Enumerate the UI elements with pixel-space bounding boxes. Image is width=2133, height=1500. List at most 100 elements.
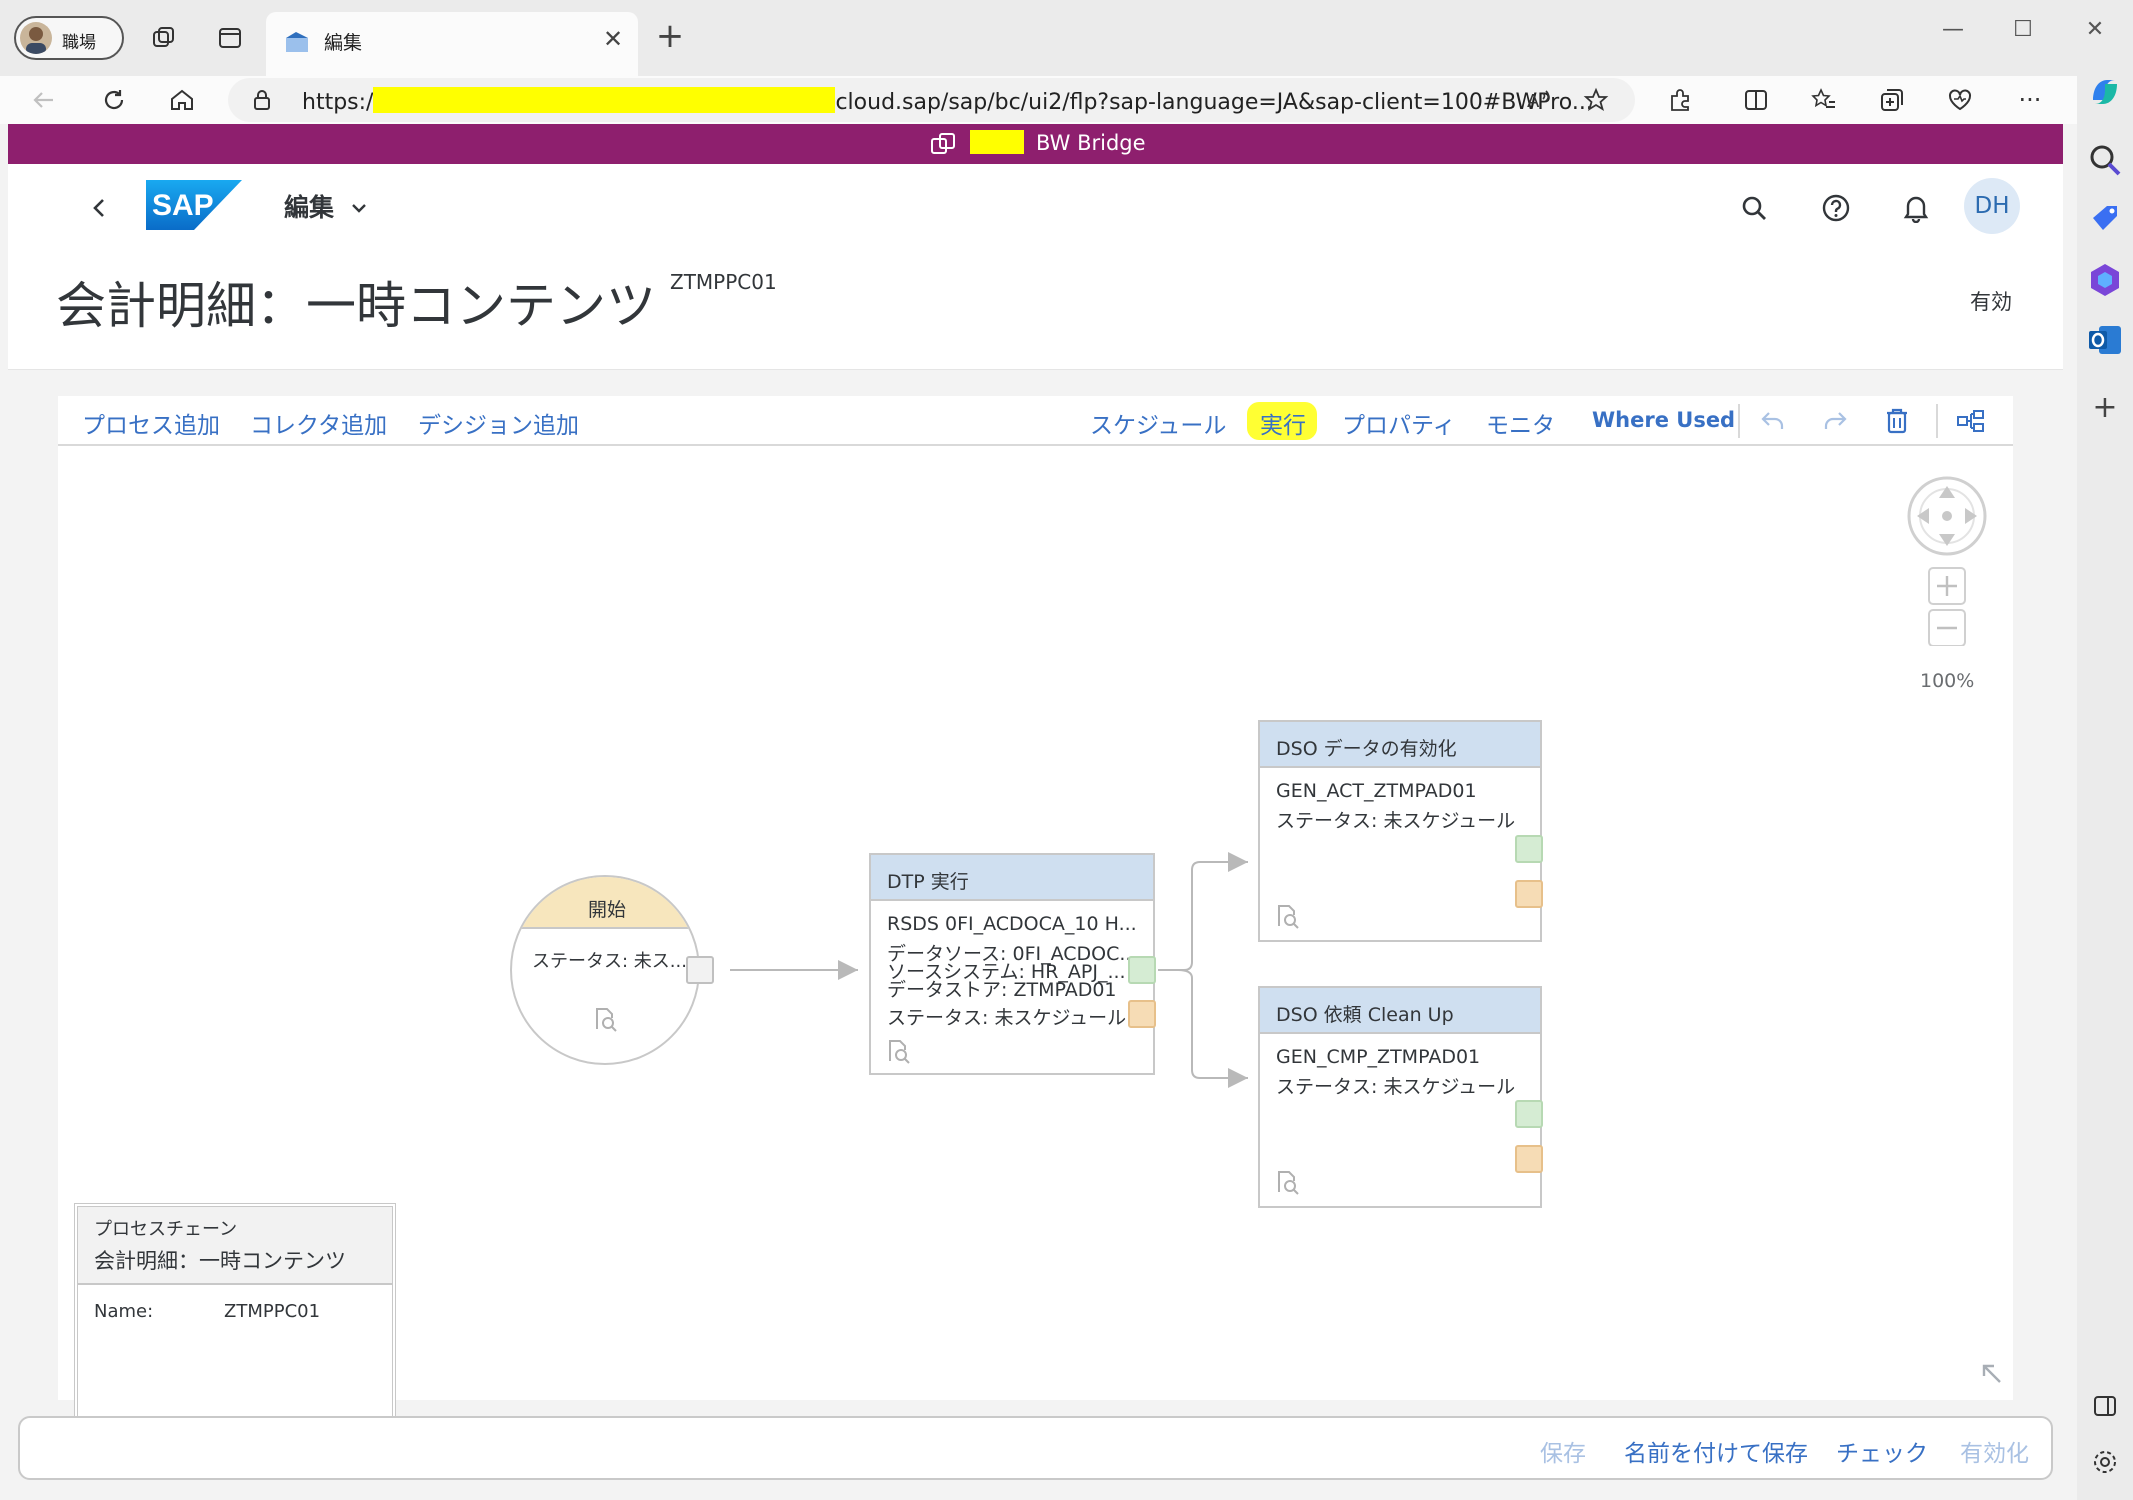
copilot-icon[interactable] [2085, 72, 2125, 112]
lock-icon[interactable] [252, 89, 272, 111]
activate-button[interactable]: 有効化 [1960, 1434, 2029, 1468]
add-process-button[interactable]: プロセス追加 [82, 406, 220, 440]
dso-activate-success-port[interactable] [1515, 835, 1543, 863]
new-tab-button[interactable]: + [650, 18, 690, 58]
delete-icon[interactable] [1880, 404, 1914, 438]
help-icon[interactable] [1816, 188, 1856, 228]
dso-activate-title: DSO データの有効化 [1260, 722, 1540, 768]
tab-title: 編集 [324, 32, 363, 54]
start-node[interactable]: 開始 ステータス: 未ス... [510, 875, 700, 1065]
back-icon[interactable] [24, 80, 64, 120]
m365-icon[interactable] [2085, 260, 2125, 300]
save-button[interactable]: 保存 [1540, 1434, 1586, 1468]
url-redaction [373, 87, 836, 113]
collections-icon[interactable] [1872, 80, 1912, 120]
url-text[interactable]: https:/ cloud.sap/sap/bc/ui2/flp?sap-lang… [302, 87, 1593, 115]
dso-cleanup-title: DSO 依頼 Clean Up [1260, 988, 1540, 1034]
details-magnifier-icon[interactable] [885, 1037, 913, 1065]
address-bar[interactable]: https:/ cloud.sap/sap/bc/ui2/flp?sap-lang… [228, 78, 1635, 122]
health-icon[interactable] [1940, 80, 1980, 120]
add-collector-button[interactable]: コレクタ追加 [250, 406, 387, 440]
shell-title: BW Bridge [1036, 131, 1146, 155]
where-used-button[interactable]: Where Used [1592, 408, 1735, 432]
shell-bar: BW Bridge [8, 124, 2063, 164]
navigation-control [1905, 476, 1989, 646]
chain-name-value: ZTMPPC01 [224, 1301, 321, 1322]
status-text: 有効 [1970, 290, 2012, 314]
dtp-node-line: ステータス: 未スケジュール [887, 1007, 1127, 1029]
browser-sidebar: + [2077, 76, 2133, 1500]
svg-text:A: A [1527, 91, 1540, 112]
zoom-level: 100% [1920, 670, 1975, 692]
close-window-button[interactable]: ✕ [2070, 10, 2120, 50]
add-sidebar-app-icon[interactable]: + [2085, 388, 2125, 428]
home-icon[interactable] [162, 80, 202, 120]
workspaces-icon[interactable] [144, 18, 184, 58]
dso-activate-node[interactable]: DSO データの有効化 GEN_ACT_ZTMPAD01 ステータス: 未スケジ… [1258, 720, 1542, 942]
close-tab-icon[interactable]: ✕ [598, 24, 628, 54]
notifications-icon[interactable] [1896, 188, 1936, 228]
favorites-icon[interactable] [1804, 80, 1844, 120]
sap-logo[interactable]: SAP [146, 180, 242, 230]
outlook-icon[interactable] [2085, 320, 2125, 360]
app-menu-button[interactable]: 編集 [284, 188, 367, 224]
tab-favicon-icon [286, 32, 308, 52]
redo-icon[interactable] [1818, 404, 1852, 438]
start-node-title: 開始 [512, 877, 698, 929]
add-decision-button[interactable]: デシジョン追加 [418, 406, 579, 440]
profile-button[interactable]: 職場 [14, 16, 124, 60]
zoom-in-icon[interactable] [1928, 567, 1966, 605]
dso-cleanup-success-port[interactable] [1515, 1100, 1543, 1128]
schedule-button[interactable]: スケジュール [1090, 406, 1226, 440]
dtp-node-line: RSDS 0FI_ACDOCA_10 H... [887, 913, 1137, 935]
split-screen-icon[interactable] [1736, 80, 1776, 120]
profile-label: 職場 [62, 33, 96, 53]
maximize-button[interactable]: ☐ [1998, 10, 2048, 50]
read-aloud-icon[interactable]: A [1518, 80, 1558, 120]
connector-dtp-cleanup [1177, 969, 1248, 1088]
pan-control-icon[interactable] [1907, 476, 1987, 556]
hide-sidebar-icon[interactable] [2085, 1386, 2125, 1426]
settings-icon[interactable] [2085, 1442, 2125, 1482]
extensions-icon[interactable] [1660, 80, 1700, 120]
toolbar-separator [1936, 404, 1938, 438]
check-button[interactable]: チェック [1836, 1434, 1928, 1468]
monitor-button[interactable]: モニタ [1486, 406, 1555, 440]
browser-toolbar: https:/ cloud.sap/sap/bc/ui2/flp?sap-lang… [0, 76, 2077, 124]
chevron-down-icon [351, 204, 366, 213]
layout-icon[interactable] [1954, 404, 1988, 438]
process-chain-editor: プロセス追加 コレクタ追加 デシジョン追加 スケジュール 実行 プロパティ モニ… [58, 396, 2013, 1471]
user-avatar[interactable]: DH [1964, 178, 2020, 234]
dso-activate-error-port[interactable] [1515, 880, 1543, 908]
search-sidebar-icon[interactable] [2085, 140, 2125, 180]
dtp-error-port[interactable] [1128, 1000, 1156, 1028]
undo-icon[interactable] [1756, 404, 1790, 438]
more-icon[interactable]: ··· [2010, 80, 2050, 120]
run-button[interactable]: 実行 [1260, 406, 1306, 440]
dso-cleanup-error-port[interactable] [1515, 1145, 1543, 1173]
process-chain-heading: プロセスチェーン [94, 1219, 238, 1240]
page-title: 会計明細：一時コンテンツ [56, 277, 656, 335]
minimize-button[interactable]: — [1928, 10, 1978, 50]
zoom-out-icon[interactable] [1928, 609, 1966, 646]
start-output-port[interactable] [686, 956, 714, 984]
favorite-icon[interactable] [1576, 80, 1616, 120]
tab-edit[interactable]: 編集 ✕ [266, 12, 638, 76]
details-magnifier-icon[interactable] [1274, 1168, 1302, 1196]
search-icon[interactable] [1734, 188, 1774, 228]
collapse-panel-icon[interactable] [1978, 1360, 2004, 1386]
tab-actions-icon[interactable] [210, 18, 250, 58]
save-as-button[interactable]: 名前を付けて保存 [1624, 1434, 1808, 1468]
refresh-icon[interactable] [94, 80, 134, 120]
dso-cleanup-node[interactable]: DSO 依頼 Clean Up GEN_CMP_ZTMPAD01 ステータス: … [1258, 986, 1542, 1208]
start-node-status: ステータス: 未ス... [532, 951, 687, 972]
details-magnifier-icon[interactable] [592, 1005, 620, 1033]
shopping-icon[interactable] [2085, 200, 2125, 240]
dtp-success-port[interactable] [1128, 956, 1156, 984]
back-button[interactable] [80, 188, 120, 228]
properties-button[interactable]: プロパティ [1342, 406, 1456, 440]
dtp-node[interactable]: DTP 実行 RSDS 0FI_ACDOCA_10 H... データソース: 0… [869, 853, 1155, 1075]
details-magnifier-icon[interactable] [1274, 902, 1302, 930]
diagram-canvas[interactable]: 開始 ステータス: 未ス... DTP 実行 RSDS 0FI_ACDOCA_1… [58, 448, 2013, 1471]
app-menu-label: 編集 [284, 193, 335, 222]
